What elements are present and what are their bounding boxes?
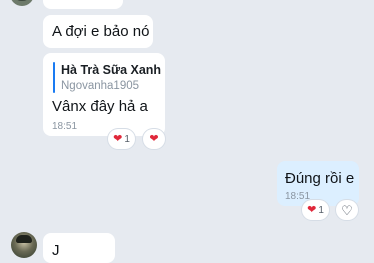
chat-view: A đợi e bảo nó Hà Trà Sữa Xanh Ngovanha1… [0,0,374,263]
message-bubble[interactable]: A đợi e bảo nó [43,15,153,48]
heart-icon: ❤ [113,132,123,145]
reaction-count: 1 [124,133,130,145]
heart-icon: ❤ [307,203,317,216]
add-reaction-button[interactable]: ♡ [336,200,358,220]
message-bubble-clipped[interactable] [43,0,123,9]
sender-avatar[interactable] [11,232,37,258]
avatar-figure [16,235,32,243]
message-timestamp: 18:51 [52,121,78,132]
heart-outline-icon: ♡ [341,202,353,218]
message-text: J [52,242,60,259]
message-bubble[interactable]: J [43,233,115,263]
message-text: Đúng rồi e [285,170,355,187]
message-text: A đợi e bảo nó [52,23,150,40]
avatar-figure [14,0,30,1]
quoted-message[interactable]: Hà Trà Sữa Xanh Ngovanha1905 [53,62,162,93]
reaction-count-pill[interactable]: ❤ 1 [302,200,329,220]
message-text: Vânx đây hả a [52,98,148,115]
reaction-count: 1 [318,204,324,216]
reaction-count-pill[interactable]: ❤ 1 [108,129,135,149]
heart-icon: ❤ [149,132,159,145]
reply-message-bubble[interactable]: Hà Trà Sữa Xanh Ngovanha1905 Vânx đây hả… [43,53,165,136]
quoted-author: Hà Trà Sữa Xanh [61,63,162,77]
quoted-text: Ngovanha1905 [61,80,140,92]
quote-bar [53,62,55,93]
sender-avatar[interactable] [10,0,34,6]
add-reaction-button[interactable]: ❤ [143,129,165,149]
